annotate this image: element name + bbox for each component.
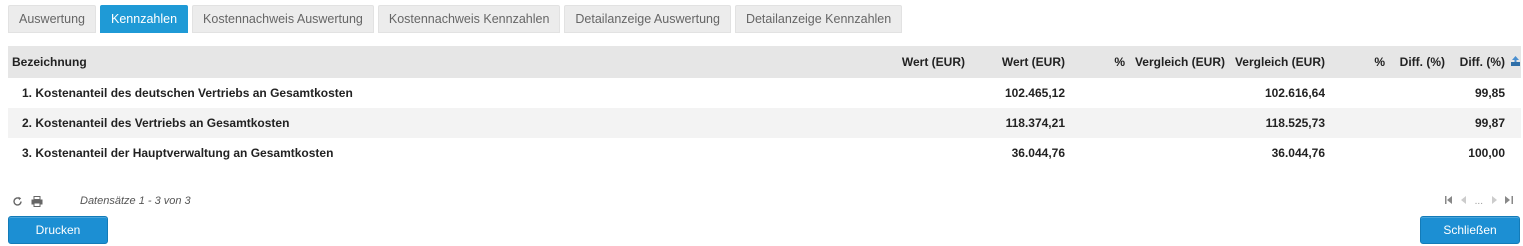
column-header-bezeichnung[interactable]: Bezeichnung xyxy=(12,46,572,78)
grid-header: Bezeichnung Wert (EUR) Wert (EUR) % Verg… xyxy=(8,46,1521,78)
cell-wert-2: 118.374,21 xyxy=(1005,116,1065,130)
tab-detailanzeige-auswertung[interactable]: Detailanzeige Auswertung xyxy=(564,5,731,33)
prev-page-icon[interactable] xyxy=(1460,196,1467,207)
page-ellipsis: ... xyxy=(1474,196,1483,207)
close-button[interactable]: Schließen xyxy=(1420,216,1520,244)
cell-diff-2: 99,87 xyxy=(1474,116,1505,130)
cell-vergleich-2: 118.525,73 xyxy=(1265,116,1325,130)
pager-info: Datensätze 1 - 3 von 3 xyxy=(10,195,191,207)
column-header-diff-2[interactable]: Diff. (%) xyxy=(1448,46,1505,78)
cell-vergleich-2: 36.044,76 xyxy=(1271,146,1325,160)
cell-diff xyxy=(1388,138,1445,168)
column-header-vergleich[interactable]: Vergleich (EUR) xyxy=(1128,46,1225,78)
cell-vergleich-2: 102.616,64 xyxy=(1264,86,1325,100)
export-icon[interactable] xyxy=(1511,56,1520,66)
print-icon[interactable] xyxy=(30,195,44,207)
column-header-vergleich-2[interactable]: Vergleich (EUR) xyxy=(1228,46,1325,78)
cell-percent-2 xyxy=(1328,138,1385,168)
tab-detailanzeige-kennzahlen[interactable]: Detailanzeige Kennzahlen xyxy=(734,5,903,33)
refresh-icon[interactable] xyxy=(10,195,24,207)
cell-percent-2 xyxy=(1328,78,1385,108)
tab-kostennachweis-kennzahlen[interactable]: Kostennachweis Kennzahlen xyxy=(377,5,561,33)
cell-percent xyxy=(1068,78,1125,108)
tab-bar: Auswertung Kennzahlen Kostennachweis Aus… xyxy=(8,5,906,33)
pager-nav: ... xyxy=(1444,196,1513,207)
tab-auswertung[interactable]: Auswertung xyxy=(8,5,97,33)
cell-wert xyxy=(868,78,965,108)
cell-vergleich xyxy=(1128,138,1225,168)
cell-percent-2 xyxy=(1328,108,1385,138)
print-button[interactable]: Drucken xyxy=(8,216,108,244)
cell-wert xyxy=(868,108,965,138)
cell-wert-2: 36.044,76 xyxy=(1011,146,1065,160)
tab-kostennachweis-auswertung[interactable]: Kostennachweis Auswertung xyxy=(192,5,374,33)
cell-diff-2: 100,00 xyxy=(1468,146,1505,160)
next-page-icon[interactable] xyxy=(1491,196,1497,207)
row-label: 3. Kostenanteil der Hauptverwaltung an G… xyxy=(22,146,334,160)
records-count: Datensätze 1 - 3 von 3 xyxy=(80,195,191,207)
row-label: 1. Kostenanteil des deutschen Vertriebs … xyxy=(22,86,353,100)
cell-percent xyxy=(1068,138,1125,168)
row-label: 2. Kostenanteil des Vertriebs an Gesamtk… xyxy=(22,116,290,130)
first-page-icon[interactable] xyxy=(1444,196,1453,207)
column-header-wert-2[interactable]: Wert (EUR) xyxy=(968,46,1065,78)
last-page-icon[interactable] xyxy=(1505,196,1513,207)
column-header-percent-2[interactable]: % xyxy=(1328,46,1385,78)
cell-percent xyxy=(1068,108,1125,138)
tab-kennzahlen[interactable]: Kennzahlen xyxy=(100,5,189,33)
table-row[interactable]: 2. Kostenanteil des Vertriebs an Gesamtk… xyxy=(8,108,1521,138)
table-row[interactable]: 3. Kostenanteil der Hauptverwaltung an G… xyxy=(8,138,1521,168)
column-header-percent[interactable]: % xyxy=(1068,46,1125,78)
cell-vergleich xyxy=(1128,108,1225,138)
cell-diff xyxy=(1388,78,1445,108)
cell-wert xyxy=(868,138,965,168)
cell-diff-2: 99,85 xyxy=(1474,86,1505,100)
table-row[interactable]: 1. Kostenanteil des deutschen Vertriebs … xyxy=(8,78,1521,108)
cell-diff xyxy=(1388,108,1445,138)
cell-vergleich xyxy=(1128,78,1225,108)
column-header-wert[interactable]: Wert (EUR) xyxy=(868,46,965,78)
data-grid: Bezeichnung Wert (EUR) Wert (EUR) % Verg… xyxy=(8,46,1521,168)
column-header-diff[interactable]: Diff. (%) xyxy=(1388,46,1445,78)
cell-wert-2: 102.465,12 xyxy=(1004,86,1065,100)
